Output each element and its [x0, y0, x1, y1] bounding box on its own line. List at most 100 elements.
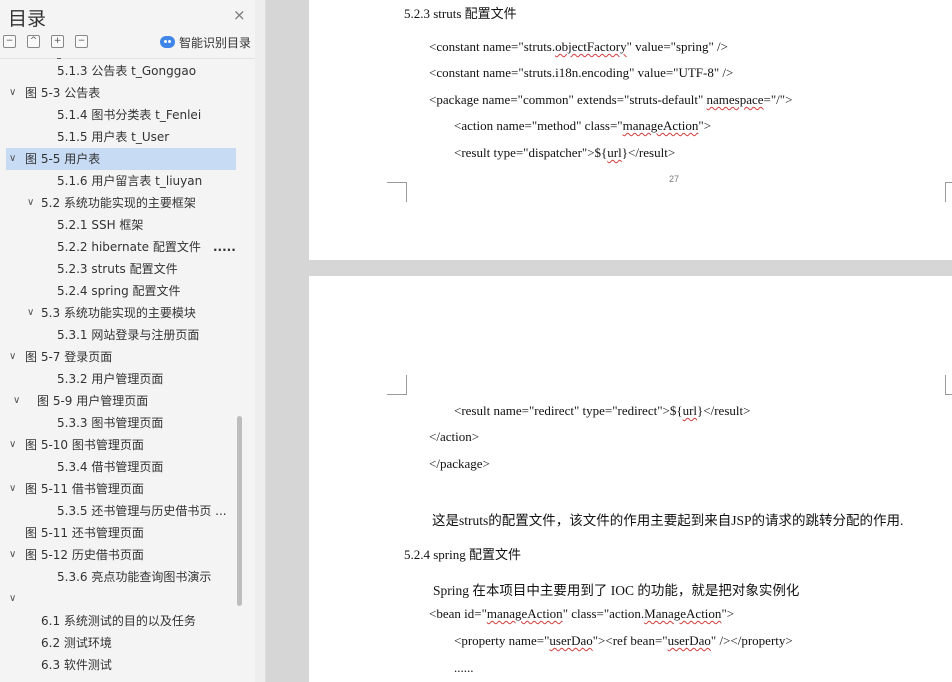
toc-item-label: 图 5-9 用户管理页面 [37, 394, 149, 408]
toc-list: 5.1.3 公告表 t_Gonggao ∨ 图 5-3 公告表 5.1.4 图书分类表… [0, 60, 257, 682]
toc-item-label: 图 5-3 公告表 [25, 86, 101, 100]
toc-item[interactable]: 6.2 测试环境 [0, 632, 240, 654]
toc-item[interactable]: ∨ 图 5-10 图书管理页面 [0, 434, 240, 456]
toc-item[interactable]: 5.3.1 网站登录与注册页面 [0, 324, 240, 346]
chevron-down-icon[interactable]: ∨ [9, 544, 16, 566]
chevron-down-icon[interactable]: ∨ [9, 346, 16, 368]
toc-item[interactable]: 6.1 系统测试的目的以及任务 [0, 610, 240, 632]
page-number: 27 [669, 174, 680, 184]
code-line: </action> [429, 429, 479, 445]
spellcheck-word: url [682, 403, 698, 418]
spellcheck-word: manageAction [622, 118, 699, 133]
chevron-down-icon[interactable]: ∨ [9, 148, 16, 170]
chevron-down-icon[interactable]: ∨ [27, 302, 34, 324]
chevron-down-icon[interactable]: ∨ [9, 478, 16, 500]
chevron-down-icon[interactable]: ∨ [27, 192, 34, 214]
code-line: <result name="redirect" type="redirect">… [454, 403, 750, 419]
code-text: <bean id=" [429, 606, 487, 621]
toc-item[interactable]: ∨ 图 5-5 用户表 [6, 148, 236, 170]
document-page: 5.2.3 struts 配置文件 27 <constant name="str… [309, 0, 952, 260]
toc-item-label: 图 5-10 图书管理页面 [25, 438, 144, 452]
page-corner-mark [387, 375, 407, 395]
toc-item-label: 5.3.6 亮点功能查询图书演示 [57, 570, 212, 584]
navigation-pane: 目录 × − ^ + − 智能识别目录 5.1.3 公告表 t_Gonggao ∨… [0, 0, 266, 682]
toc-item[interactable]: 图 5-11 还书管理页面 [0, 522, 240, 544]
close-icon[interactable]: × [233, 6, 246, 24]
code-text: "> [698, 118, 712, 133]
toc-item-label: 图 5-7 登录页面 [25, 350, 113, 364]
toc-item[interactable]: 5.3.4 借书管理页面 [0, 456, 240, 478]
code-text: " class="action. [562, 606, 645, 621]
collapse-level-button[interactable]: − [75, 35, 88, 48]
chevron-down-icon[interactable]: ∨ [13, 390, 20, 412]
chevron-down-icon[interactable]: ∨ [9, 588, 16, 610]
toc-item[interactable]: 5.1.3 公告表 t_Gonggao [0, 60, 240, 82]
toc-item-label: 5.2.1 SSH 框架 [57, 218, 144, 232]
toc-item[interactable]: ∨ 图 5-3 公告表 [0, 82, 240, 104]
code-text: <constant name="struts. [429, 39, 556, 54]
toc-item-label: 5.3.5 还书管理与历史借书页 ... [57, 504, 227, 518]
code-text: <package name="common" extends="struts-d… [429, 92, 707, 107]
toc-item[interactable]: ∨ 5.3 系统功能实现的主要模块 [0, 302, 240, 324]
toc-item[interactable]: 6.3 软件测试 [0, 654, 240, 676]
chevron-down-icon[interactable]: ∨ [9, 434, 16, 456]
expand-level-button[interactable]: + [51, 35, 64, 48]
toc-item[interactable]: 5.2.2 hibernate 配置文件..... [0, 236, 240, 258]
toc-item[interactable]: ∨ 图 5-12 历史借书页面 [0, 544, 240, 566]
code-text: "> [721, 606, 735, 621]
nav-title: 目录 [8, 8, 47, 30]
toc-item[interactable]: 5.1.4 图书分类表 t_Fenlei [0, 104, 240, 126]
spellcheck-word: namespace [706, 92, 764, 107]
code-line: <constant name="struts.objectFactory" va… [429, 39, 728, 55]
toc-item-label: 图 5-5 用户表 [25, 152, 101, 166]
code-text: <constant name="struts.i18n.encoding" va… [429, 65, 734, 80]
toc-item-label: 6.1 系统测试的目的以及任务 [41, 614, 196, 628]
ai-toc-button[interactable]: 智能识别目录 [160, 34, 251, 50]
code-line: <constant name="struts.i18n.encoding" va… [429, 65, 733, 81]
code-line: <package name="common" extends="struts-d… [429, 92, 792, 108]
code-text: " value="spring" /> [626, 39, 728, 54]
spellcheck-word: objectFactory [555, 39, 627, 54]
toc-item[interactable]: 5.3.3 图书管理页面 [0, 412, 240, 434]
toc-item-label: 5.2.3 struts 配置文件 [57, 262, 178, 276]
toc-item-label: 6.3 软件测试 [41, 658, 112, 672]
toc-item[interactable]: 5.1.5 用户表 t_User [0, 126, 240, 148]
toc-item[interactable]: ∨ 图 5-11 借书管理页面 [0, 478, 240, 500]
code-line: <property name="userDao"><ref bean="user… [454, 633, 793, 649]
code-text: <result type="dispatcher">${ [454, 145, 608, 160]
toc-item[interactable]: ∨ 图 5-7 登录页面 [0, 346, 240, 368]
toc-item[interactable]: 5.3.5 还书管理与历史借书页 ... [0, 500, 240, 522]
toc-scrollbar[interactable] [237, 416, 242, 606]
toc-item[interactable]: 5.3.6 亮点功能查询图书演示 [0, 566, 240, 588]
code-text: ...... [454, 660, 474, 675]
toc-item-label: 图 5-12 历史借书页面 [25, 548, 144, 562]
toc-item-label: 5.1.3 公告表 t_Gonggao [57, 64, 197, 78]
code-text: <result name="redirect" type="redirect">… [454, 403, 683, 418]
toc-item-label: 6.2 测试环境 [41, 636, 112, 650]
toc-item[interactable]: 5.2.3 struts 配置文件 [0, 258, 240, 280]
toc-item[interactable]: ∨ [0, 588, 240, 610]
code-text: " /></property> [710, 633, 793, 648]
collapse-all-button[interactable]: − [3, 35, 16, 48]
page-corner-mark [945, 375, 952, 395]
document-page: 这是struts的配置文件，该文件的作用主要起到来自JSP的请求的跳转分配的作用… [309, 276, 952, 682]
chevron-down-icon[interactable]: ∨ [9, 82, 16, 104]
toc-item[interactable]: 5.1.6 用户留言表 t_liuyan [0, 170, 240, 192]
toc-item-label: 5.3.3 图书管理页面 [57, 416, 164, 430]
toc-item[interactable]: ∨ 图 5-9 用户管理页面 [0, 390, 240, 412]
spellcheck-word: url [607, 145, 622, 160]
toc-item-label: 5.1.6 用户留言表 t_liuyan [57, 174, 203, 188]
toc-item[interactable]: ∨ 5.2 系统功能实现的主要框架 [0, 192, 240, 214]
code-line: </package> [429, 456, 490, 472]
section-heading: 5.2.4 spring 配置文件 [404, 547, 522, 562]
toc-item-trail: ..... [213, 240, 236, 254]
spellcheck-word: userDao [667, 633, 711, 648]
toc-item[interactable]: 5.2.1 SSH 框架 [0, 214, 240, 236]
page-corner-mark [945, 182, 952, 202]
expand-all-button[interactable]: ^ [27, 35, 40, 48]
pane-splitter[interactable] [255, 0, 265, 682]
toc-item-label: 图 5-11 借书管理页面 [25, 482, 144, 496]
divider [0, 58, 257, 59]
toc-item[interactable]: 5.2.4 spring 配置文件 [0, 280, 240, 302]
toc-item[interactable]: 5.3.2 用户管理页面 [0, 368, 240, 390]
